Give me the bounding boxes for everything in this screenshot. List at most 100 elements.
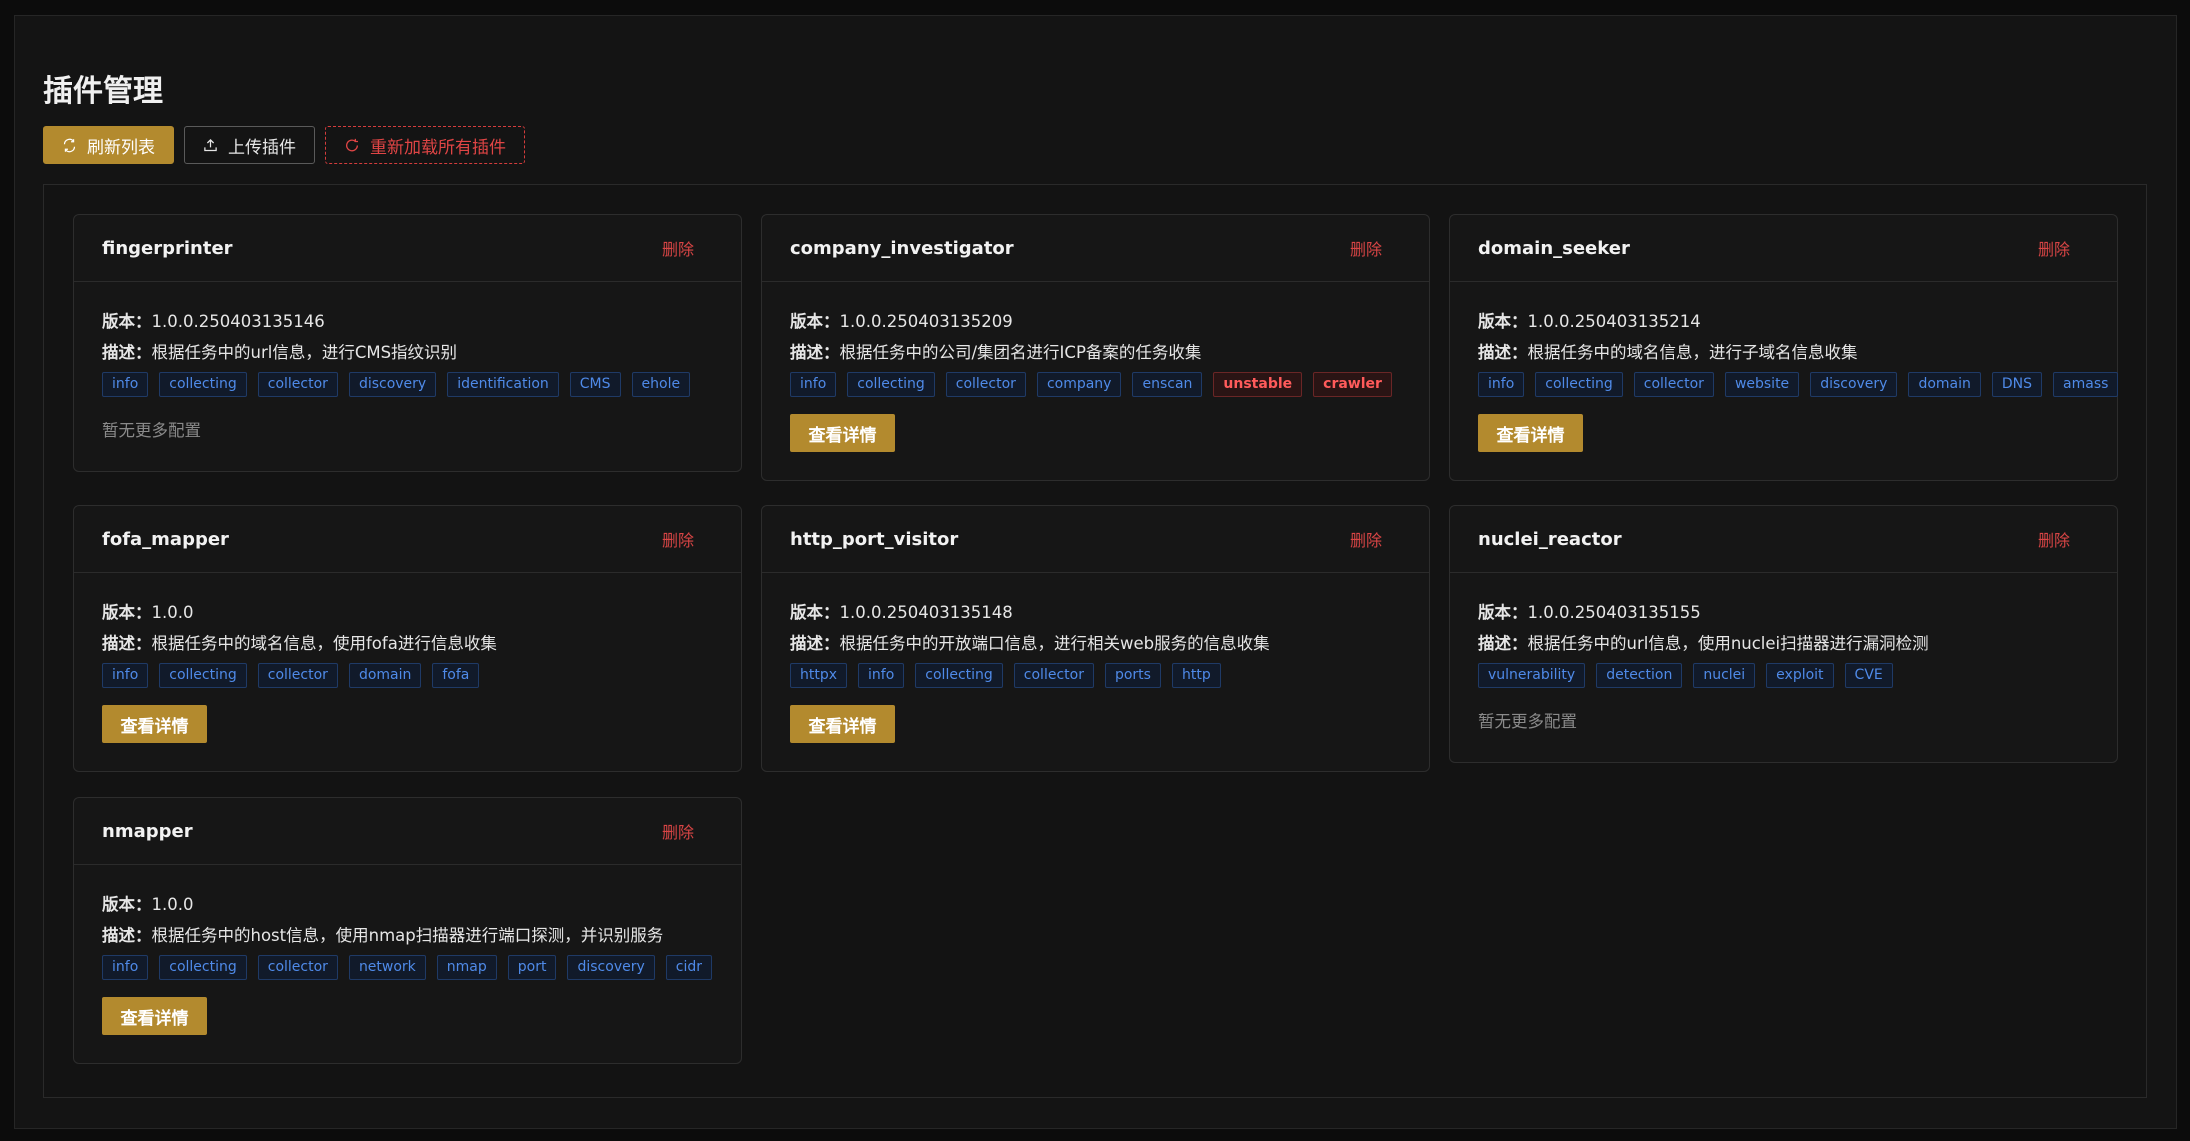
page-title: 插件管理	[43, 74, 163, 109]
card-body: 版本：1.0.0 描述：根据任务中的host信息，使用nmap扫描器进行端口探测，…	[74, 865, 741, 1063]
version-label: 版本：	[102, 312, 152, 331]
plugin-name: company_investigator	[790, 237, 1014, 259]
tag: discovery	[567, 955, 655, 980]
version-label: 版本：	[790, 603, 840, 622]
description-value: 根据任务中的url信息，使用nuclei扫描器进行漏洞检测	[1527, 634, 1929, 653]
delete-plugin-button[interactable]: 删除	[662, 236, 694, 260]
card-header: fofa_mapper 删除	[74, 506, 741, 573]
plugin-description: 描述：根据任务中的开放端口信息，进行相关web服务的信息收集	[790, 634, 1401, 654]
tag: collecting	[159, 372, 247, 397]
plugin-card: nuclei_reactor 删除版本：1.0.0.250403135155 描述：…	[1449, 505, 2118, 763]
tag: website	[1724, 372, 1800, 397]
tag: collecting	[847, 372, 935, 397]
tag: collecting	[1535, 372, 1623, 397]
plugin-version: 版本：1.0.0.250403135214	[1478, 312, 2089, 332]
reload-icon	[346, 138, 358, 151]
card-header: nmapper 删除	[74, 798, 741, 865]
plugin-card: domain_seeker 删除版本：1.0.0.250403135214 描述：根…	[1449, 214, 2119, 481]
version-value: 1.0.0	[151, 895, 194, 914]
plugin-card: fofa_mapper 删除 版本：1.0.0 描述：根据任务中的域名信息，使用fof…	[73, 505, 742, 772]
tag: enscan	[1132, 372, 1203, 397]
tag-list: httpx info collecting collector ports http	[790, 663, 1401, 688]
tag: fofa	[432, 663, 480, 688]
tag: DNS	[1991, 372, 2043, 397]
plugin-name: domain_seeker	[1478, 237, 1630, 259]
warning-tag: crawler	[1313, 372, 1392, 397]
plugin-card: company_investigator 删除 版本：1.0.0.250403135…	[761, 214, 1430, 481]
tag: collector	[257, 372, 338, 397]
description-label: 描述：	[102, 926, 152, 945]
warning-tag: unstable	[1213, 372, 1303, 397]
tag-list: info collecting collector domain fofa	[102, 663, 713, 688]
version-value: 1.0.0.250403135214	[1527, 312, 1701, 331]
plugin-description: 描述：根据任务中的url信息，使用nuclei扫描器进行漏洞检测	[1478, 634, 2089, 654]
card-header: domain_seeker 删除	[1450, 215, 2117, 282]
tag: info	[102, 372, 149, 397]
version-value: 1.0.0.250403135155	[1527, 603, 1701, 622]
version-value: 1.0.0.250403135209	[839, 312, 1013, 331]
view-details-button[interactable]: 查看详情	[102, 997, 207, 1035]
tag-list: info collecting collector network nmap port di…	[102, 955, 713, 980]
view-details-button[interactable]: 查看详情	[102, 705, 207, 743]
view-details-button[interactable]: 查看详情	[1478, 414, 1583, 452]
refresh-icon	[63, 138, 76, 152]
delete-plugin-button[interactable]: 删除	[2038, 236, 2070, 260]
no-config-text: 暂无更多配置	[1478, 712, 1577, 731]
tag: discovery	[348, 372, 437, 397]
tag: collector	[1633, 372, 1714, 397]
plugin-name: nmapper	[102, 820, 193, 842]
delete-plugin-button[interactable]: 删除	[1350, 236, 1382, 260]
tag: nmap	[436, 955, 497, 980]
description-value: 根据任务中的域名信息，使用fofa进行信息收集	[151, 634, 497, 653]
delete-plugin-button[interactable]: 删除	[662, 527, 694, 551]
tag: ports	[1104, 663, 1161, 688]
plugin-card: http_port_visitor 删除版本：1.0.0.250403135148…	[761, 505, 1430, 772]
plugin-card: nmapper 删除 版本：1.0.0 描述：根据任务中的host信息，使用nmap扫…	[73, 797, 742, 1064]
reload-all-plugins-button[interactable]: 重新加载所有插件	[325, 126, 525, 164]
upload-plugin-label: 上传插件	[228, 137, 296, 158]
plugin-description: 描述：根据任务中的域名信息，进行子域名信息收集	[1478, 343, 2089, 363]
plugin-version: 版本：1.0.0	[102, 895, 713, 915]
plugin-description: 描述：根据任务中的域名信息，使用fofa进行信息收集	[102, 634, 713, 654]
version-value: 1.0.0.250403135146	[151, 312, 325, 331]
delete-plugin-button[interactable]: 删除	[662, 819, 694, 843]
tag: info	[790, 372, 837, 397]
tag: domain	[1908, 372, 1981, 397]
description-label: 描述：	[102, 634, 152, 653]
card-body: 版本：1.0.0.250403135155 描述：根据任务中的url信息，使用nu…	[1450, 573, 2117, 762]
plugin-description: 描述：根据任务中的公司/集团名进行ICP备案的任务收集	[790, 343, 1401, 363]
upload-icon	[204, 138, 217, 151]
tag: httpx	[790, 663, 848, 688]
upload-plugin-button[interactable]: 上传插件	[184, 126, 315, 164]
refresh-list-button[interactable]: 刷新列表	[43, 126, 174, 164]
tag: info	[1478, 372, 1525, 397]
tag: collecting	[915, 663, 1003, 688]
plugin-card: fingerprinter 删除 版本：1.0.0.250403135146 描述：根…	[73, 214, 742, 472]
tag-list: info collecting collector website discovery d…	[1478, 372, 2119, 397]
reload-all-plugins-label: 重新加载所有插件	[370, 137, 506, 158]
card-header: nuclei_reactor 删除	[1450, 506, 2117, 573]
description-label: 描述：	[790, 343, 840, 362]
card-header: fingerprinter 删除	[74, 215, 741, 282]
description-label: 描述：	[790, 634, 840, 653]
card-header: http_port_visitor 删除	[762, 506, 1429, 573]
card-body: 版本：1.0.0.250403135148 描述：根据任务中的开放端口信息，进行相…	[762, 573, 1429, 771]
tag: network	[348, 955, 426, 980]
card-body: 版本：1.0.0.250403135209 描述：根据任务中的公司/集团名进行IC…	[762, 282, 1429, 480]
view-details-button[interactable]: 查看详情	[790, 705, 895, 743]
delete-plugin-button[interactable]: 删除	[2038, 527, 2070, 551]
tag: CMS	[569, 372, 621, 397]
plugin-name: nuclei_reactor	[1478, 528, 1622, 550]
version-label: 版本：	[102, 895, 152, 914]
delete-plugin-button[interactable]: 删除	[1350, 527, 1382, 551]
view-details-button[interactable]: 查看详情	[790, 414, 895, 452]
plugin-name: http_port_visitor	[790, 528, 959, 550]
tag: info	[102, 663, 149, 688]
tag: discovery	[1810, 372, 1898, 397]
tag: collector	[1013, 663, 1094, 688]
tag: http	[1171, 663, 1221, 688]
plugin-version: 版本：1.0.0.250403135155	[1478, 603, 2089, 623]
plugin-version: 版本：1.0.0.250403135148	[790, 603, 1401, 623]
card-body: 版本：1.0.0.250403135146 描述：根据任务中的url信息，进行CM…	[74, 282, 741, 471]
tag: info	[858, 663, 905, 688]
